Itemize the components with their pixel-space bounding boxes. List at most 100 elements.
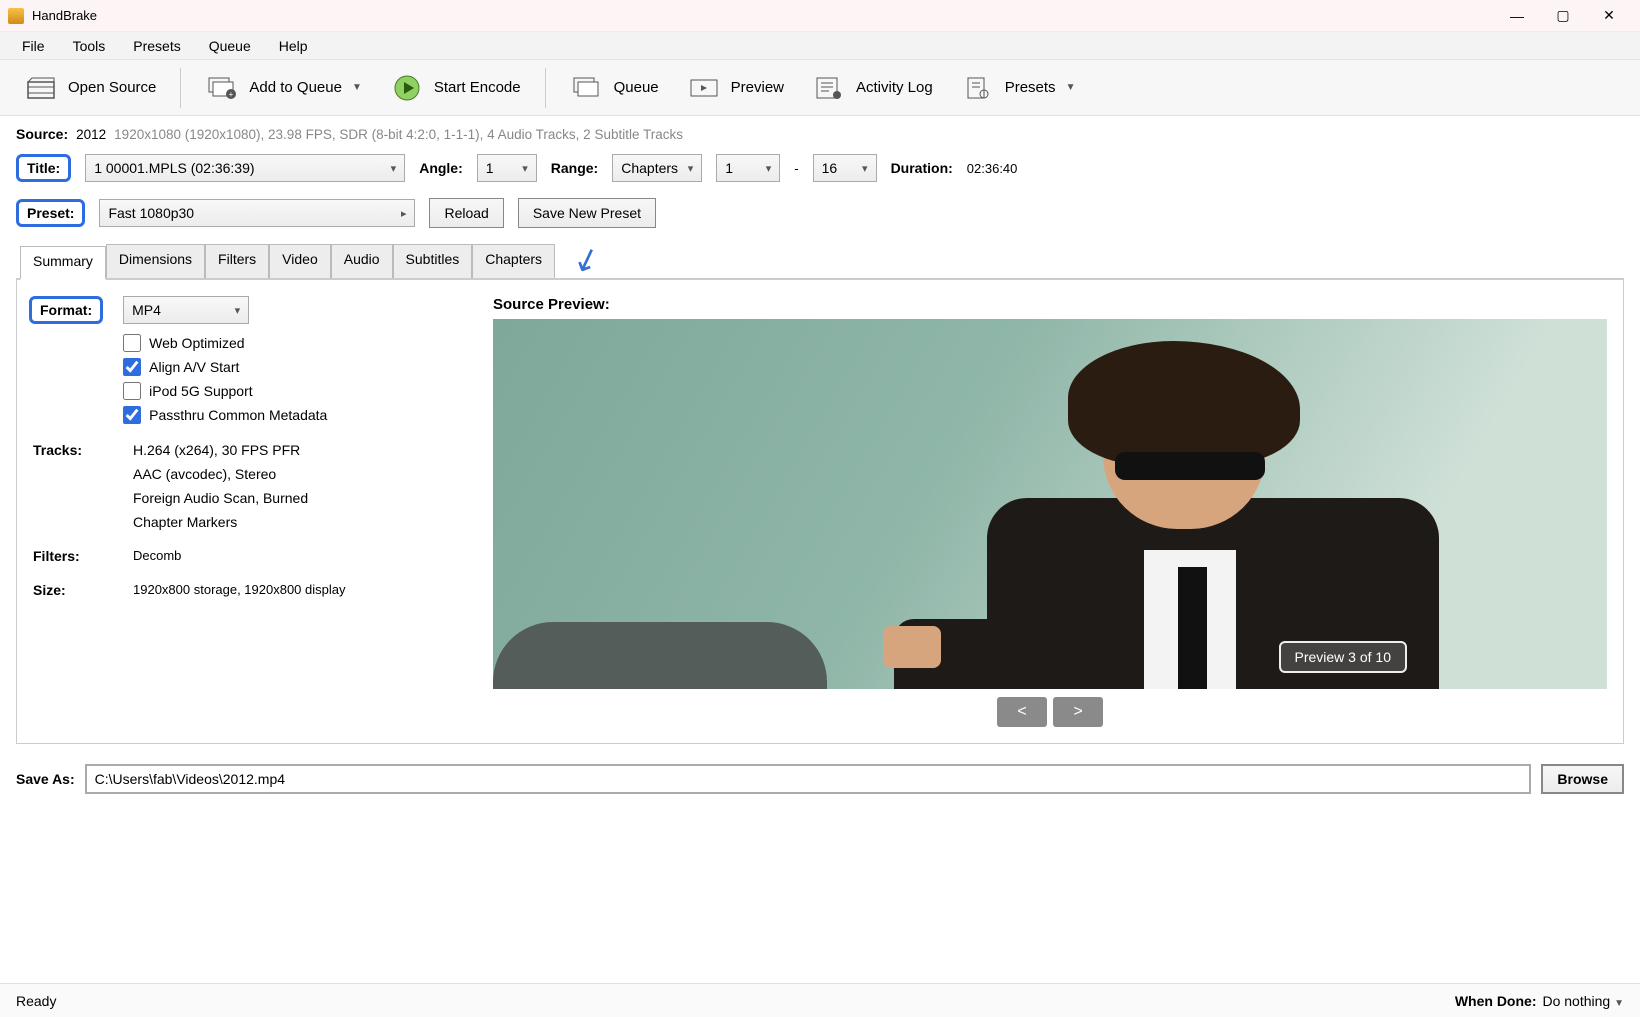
size-value: 1920x800 storage, 1920x800 display — [133, 582, 346, 597]
format-label: Format: — [29, 296, 103, 324]
open-source-label: Open Source — [68, 79, 156, 96]
angle-value: 1 — [486, 160, 494, 176]
track-item: H.264 (x264), 30 FPS PFR — [133, 442, 308, 458]
status-text: Ready — [16, 993, 56, 1009]
source-info: Source: 2012 1920x1080 (1920x1080), 23.9… — [16, 126, 1624, 142]
preview-label: Preview — [731, 79, 784, 96]
source-preview-label: Source Preview: — [493, 296, 1607, 313]
when-done-select[interactable]: Do nothing ▼ — [1542, 993, 1624, 1009]
title-select[interactable]: 1 00001.MPLS (02:36:39) ▾ — [85, 154, 405, 182]
check-ipod-5g[interactable]: iPod 5G Support — [123, 382, 327, 400]
tab-video[interactable]: Video — [269, 244, 331, 278]
start-encode-button[interactable]: Start Encode — [376, 68, 535, 108]
add-to-queue-label: Add to Queue — [249, 79, 342, 96]
save-as-label: Save As: — [16, 771, 75, 787]
format-value: MP4 — [132, 302, 161, 318]
preview-next-button[interactable]: > — [1053, 697, 1103, 727]
preview-counter: Preview 3 of 10 — [1279, 641, 1408, 673]
annotation-arrow-icon: ↙ — [567, 237, 605, 282]
check-passthru-metadata[interactable]: Passthru Common Metadata — [123, 406, 327, 424]
range-to-value: 16 — [822, 160, 838, 176]
minimize-button[interactable]: ― — [1494, 0, 1540, 32]
range-mode-value: Chapters — [621, 160, 678, 176]
size-label: Size: — [33, 582, 133, 598]
source-preview-image: Preview 3 of 10 — [493, 319, 1607, 689]
check-align-av[interactable]: Align A/V Start — [123, 358, 327, 376]
menu-help[interactable]: Help — [265, 34, 322, 58]
preview-prev-button[interactable]: < — [997, 697, 1047, 727]
tab-audio[interactable]: Audio — [331, 244, 393, 278]
start-encode-label: Start Encode — [434, 79, 521, 96]
menu-bar: File Tools Presets Queue Help — [0, 32, 1640, 60]
preset-select[interactable]: Fast 1080p30 ▸ — [99, 199, 415, 227]
stack-icon — [570, 74, 604, 102]
open-source-button[interactable]: Open Source — [10, 68, 170, 108]
app-icon — [8, 8, 24, 24]
svg-text:+: + — [229, 90, 234, 99]
queue-add-icon: + — [205, 74, 239, 102]
activity-log-label: Activity Log — [856, 79, 933, 96]
chevron-down-icon: ▾ — [522, 162, 528, 175]
chevron-down-icon: ▼ — [1614, 998, 1624, 1009]
track-item: AAC (avcodec), Stereo — [133, 466, 308, 482]
tracks-list: H.264 (x264), 30 FPS PFR AAC (avcodec), … — [133, 442, 308, 530]
chevron-down-icon: ▾ — [391, 162, 397, 175]
title-bar: HandBrake ― ▢ ✕ — [0, 0, 1640, 32]
chevron-down-icon: ▾ — [862, 162, 868, 175]
check-web-optimized[interactable]: Web Optimized — [123, 334, 327, 352]
source-name: 2012 — [76, 127, 106, 142]
source-label: Source: — [16, 126, 68, 142]
log-icon — [812, 74, 846, 102]
tab-chapters[interactable]: Chapters — [472, 244, 555, 278]
tabs: Summary Dimensions Filters Video Audio S… — [16, 244, 1624, 280]
range-label: Range: — [551, 160, 598, 176]
close-button[interactable]: ✕ — [1586, 0, 1632, 32]
summary-panel: Format: MP4 ▾ Web Optimized Align A/V St… — [16, 280, 1624, 744]
duration-value: 02:36:40 — [967, 161, 1018, 176]
save-new-preset-button[interactable]: Save New Preset — [518, 198, 656, 228]
range-from-select[interactable]: 1 ▾ — [716, 154, 780, 182]
queue-button[interactable]: Queue — [556, 68, 673, 108]
presets-label: Presets — [1005, 79, 1056, 96]
menu-queue[interactable]: Queue — [195, 34, 265, 58]
play-icon — [390, 74, 424, 102]
preset-label: Preset: — [16, 199, 85, 227]
angle-select[interactable]: 1 ▾ — [477, 154, 537, 182]
dash: - — [794, 161, 798, 176]
angle-label: Angle: — [419, 160, 463, 176]
when-done-label: When Done: — [1455, 993, 1537, 1009]
tab-summary[interactable]: Summary — [20, 246, 106, 280]
dropdown-icon: ▼ — [352, 82, 362, 93]
range-to-select[interactable]: 16 ▾ — [813, 154, 877, 182]
window-title: HandBrake — [32, 8, 97, 23]
range-mode-select[interactable]: Chapters ▾ — [612, 154, 702, 182]
preview-button[interactable]: Preview — [673, 68, 798, 108]
browse-button[interactable]: Browse — [1541, 764, 1624, 794]
menu-file[interactable]: File — [8, 34, 59, 58]
maximize-button[interactable]: ▢ — [1540, 0, 1586, 32]
menu-tools[interactable]: Tools — [59, 34, 120, 58]
range-from-value: 1 — [725, 160, 733, 176]
activity-log-button[interactable]: Activity Log — [798, 68, 947, 108]
dropdown-icon: ▼ — [1066, 82, 1076, 93]
filters-label: Filters: — [33, 548, 133, 564]
tab-filters[interactable]: Filters — [205, 244, 269, 278]
chevron-down-icon: ▾ — [766, 162, 772, 175]
tab-dimensions[interactable]: Dimensions — [106, 244, 205, 278]
tab-subtitles[interactable]: Subtitles — [393, 244, 473, 278]
add-to-queue-button[interactable]: + Add to Queue ▼ — [191, 68, 375, 108]
menu-presets[interactable]: Presets — [119, 34, 194, 58]
presets-button[interactable]: Presets ▼ — [947, 68, 1090, 108]
reload-button[interactable]: Reload — [429, 198, 503, 228]
presets-icon — [961, 74, 995, 102]
format-select[interactable]: MP4 ▾ — [123, 296, 249, 324]
source-details: 1920x1080 (1920x1080), 23.98 FPS, SDR (8… — [114, 127, 683, 142]
save-as-input[interactable] — [85, 764, 1532, 794]
status-bar: Ready When Done: Do nothing ▼ — [0, 983, 1640, 1017]
tracks-label: Tracks: — [33, 442, 133, 458]
preset-value: Fast 1080p30 — [108, 205, 194, 221]
chevron-down-icon: ▾ — [688, 162, 694, 175]
filters-value: Decomb — [133, 548, 181, 563]
window-controls: ― ▢ ✕ — [1494, 0, 1632, 32]
track-item: Foreign Audio Scan, Burned — [133, 490, 308, 506]
